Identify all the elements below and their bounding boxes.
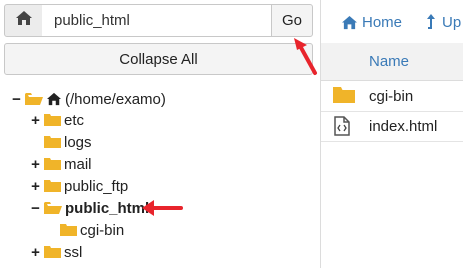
level-up-icon [427,14,435,29]
home-icon [15,10,33,31]
table-row[interactable]: cgi-bin [321,82,463,112]
tree-item-label: etc [64,111,85,129]
go-button[interactable]: Go [271,4,313,37]
collapse-all-button[interactable]: Collapse All [4,43,313,75]
tree-toggle[interactable]: + [29,244,42,261]
folder-icon [44,135,61,149]
folder-open-icon [44,201,62,215]
file-name: index.html [369,118,438,135]
tree-toggle[interactable]: − [10,91,23,108]
tree-root[interactable]: − (/home/examo) [10,88,166,110]
toolbar-up-label: Up [442,13,462,31]
folder-icon [44,113,61,127]
folder-open-icon [25,92,43,106]
home-icon [342,15,357,29]
tree-item-public-html[interactable]: − public_html [29,197,149,219]
file-name: cgi-bin [369,88,414,105]
folder-icon [44,179,61,193]
tree-item-label: public_html [65,199,150,217]
home-icon [46,92,62,106]
tree-item-cgi-bin[interactable]: cgi-bin [45,219,124,241]
toolbar-up-button[interactable]: Up [426,11,461,33]
folder-icon [60,223,77,237]
tree-toggle[interactable]: − [29,200,42,217]
tree-item-etc[interactable]: + etc [29,109,84,131]
tree-item-mail[interactable]: + mail [29,153,92,175]
folder-icon [44,157,61,171]
path-input[interactable] [42,4,274,37]
tree-toggle[interactable]: + [29,112,42,129]
file-table-header: Name [321,43,463,81]
tree-item-label: mail [64,155,92,173]
column-header-name[interactable]: Name [369,53,409,70]
home-path-button[interactable] [4,4,43,37]
tree-item-label: public_ftp [64,177,129,195]
tree-toggle[interactable]: + [29,156,42,173]
public-html-pointer-arrow-icon [142,200,183,216]
tree-root-label: (/home/examo) [65,90,166,108]
tree-toggle[interactable]: + [29,178,42,195]
go-pointer-arrow-icon [294,38,317,75]
tree-item-public-ftp[interactable]: + public_ftp [29,175,128,197]
tree-item-label: logs [64,133,92,151]
toolbar-home-button[interactable]: Home [341,11,402,33]
table-row[interactable]: index.html [321,112,463,142]
tree-item-ssl[interactable]: + ssl [29,241,82,263]
tree-item-label: ssl [64,243,83,261]
row-divider [321,141,463,142]
tree-item-logs[interactable]: logs [29,131,92,153]
folder-icon [333,86,355,108]
html-file-icon [334,116,350,140]
tree-item-label: cgi-bin [80,221,125,239]
toolbar-home-label: Home [362,13,403,31]
path-bar: Go [4,4,313,37]
folder-icon [44,245,61,259]
